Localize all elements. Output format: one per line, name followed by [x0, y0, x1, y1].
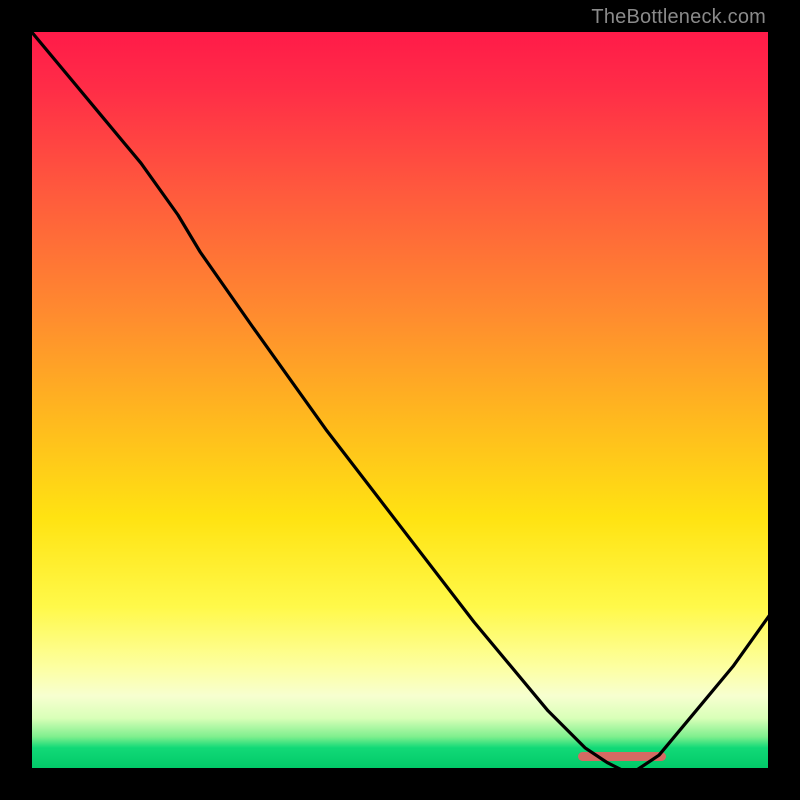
curve-svg — [30, 30, 770, 770]
plot-area — [30, 30, 770, 770]
bottleneck-curve-line — [30, 30, 770, 770]
watermark-text: TheBottleneck.com — [591, 6, 766, 29]
chart-stage: TheBottleneck.com — [0, 0, 800, 800]
